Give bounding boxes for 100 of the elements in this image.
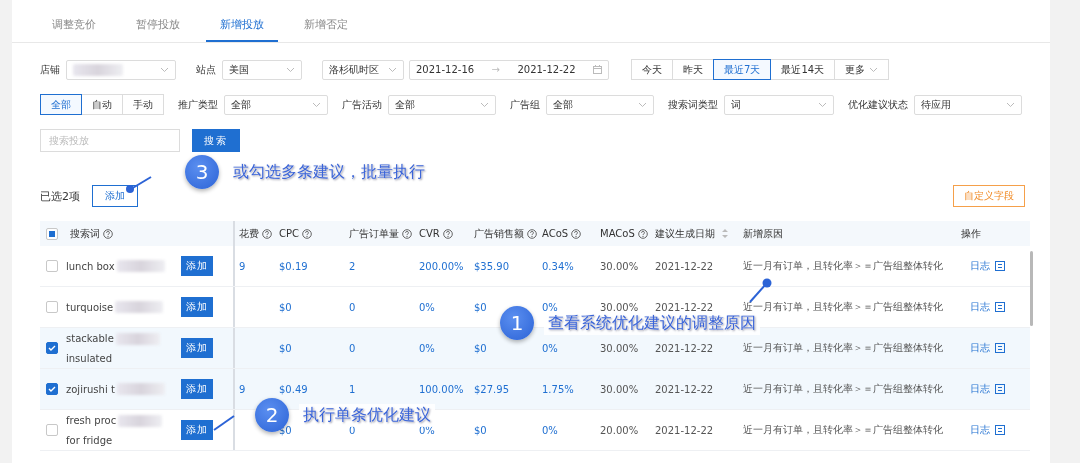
timezone-select[interactable]: 洛杉矶时区 <box>322 59 404 80</box>
chevron-down-icon <box>1006 101 1015 108</box>
date-range-field[interactable]: 2021-12-16 → 2021-12-22 <box>409 59 609 80</box>
blurred-text <box>116 260 165 272</box>
table-cell: $0 <box>474 301 487 313</box>
search-term: stackable <box>66 333 114 344</box>
table-cell: 0% <box>419 301 435 313</box>
tab[interactable]: 暂停投放 <box>122 17 194 42</box>
site-select[interactable]: 美国 <box>222 59 302 80</box>
tab[interactable]: 新增投放 <box>206 17 278 42</box>
table-cell: 0% <box>542 301 558 313</box>
blurred-text <box>118 414 163 427</box>
select-all-checkbox[interactable] <box>46 227 58 240</box>
detail-icon[interactable] <box>994 261 1005 271</box>
table-cell: 1 <box>349 383 356 395</box>
scrollbar[interactable] <box>1030 251 1033 326</box>
column-header: CVR <box>419 228 440 239</box>
column-header: 建议生成日期 <box>655 226 715 241</box>
field-label: 推广类型 <box>178 97 218 112</box>
tab[interactable]: 新增否定 <box>290 17 362 42</box>
add-button[interactable]: 添加 <box>181 379 213 399</box>
search-term: zojirushi t <box>66 383 115 395</box>
log-link[interactable]: 日志 <box>969 300 990 314</box>
table-cell: 0.34% <box>542 260 574 272</box>
chevron-down-icon <box>869 66 879 73</box>
detail-icon[interactable] <box>994 425 1005 435</box>
table-cell: $0 <box>474 424 487 436</box>
batch-add-button[interactable]: 添加 <box>92 185 138 207</box>
table-cell: 0% <box>419 342 435 354</box>
filter-select[interactable]: 词 <box>724 94 834 115</box>
calendar-icon <box>593 65 602 74</box>
column-header: MACoS <box>600 228 635 239</box>
more-button[interactable]: 更多 <box>834 59 890 80</box>
table-cell: $0.19 <box>279 260 308 272</box>
table-cell: 1.75% <box>542 383 574 395</box>
add-button[interactable]: 添加 <box>181 338 213 358</box>
date-preset-button[interactable]: 最近7天 <box>713 59 772 80</box>
add-button[interactable]: 添加 <box>181 256 213 276</box>
log-link[interactable]: 日志 <box>969 259 990 273</box>
field-label: 优化建议状态 <box>848 97 908 112</box>
table-cell: 近一月有订单，且转化率＞＝广告组整体转化 <box>743 423 943 437</box>
table-cell: 200.00% <box>419 260 464 272</box>
log-link[interactable]: 日志 <box>969 382 990 396</box>
log-link[interactable]: 日志 <box>969 423 990 437</box>
column-header: 操作 <box>961 226 981 241</box>
chevron-down-icon <box>638 101 647 108</box>
filter-select[interactable]: 待应用 <box>914 94 1022 115</box>
chevron-down-icon <box>160 66 169 73</box>
filter-select[interactable]: 全部 <box>388 94 496 115</box>
table-cell: 近一月有订单，且转化率＞＝广告组整体转化 <box>743 341 943 355</box>
column-header: 搜索词 <box>70 226 100 241</box>
search-term: turquoise <box>66 301 114 313</box>
match-type-button[interactable]: 全部 <box>40 94 82 115</box>
callout-text: 执行单条优化建议 <box>299 403 435 427</box>
table-cell: 2021-12-22 <box>655 342 714 354</box>
detail-icon[interactable] <box>994 302 1005 312</box>
table-cell: 0% <box>542 342 558 354</box>
detail-icon[interactable] <box>994 384 1005 394</box>
table-cell: 9 <box>239 260 246 272</box>
chevron-down-icon <box>312 101 321 108</box>
date-preset-button[interactable]: 最近14天 <box>770 59 836 80</box>
pointer-line <box>123 176 153 194</box>
row-checkbox[interactable] <box>46 424 58 436</box>
chevron-down-icon <box>388 66 397 73</box>
field-label: 广告组 <box>510 97 540 112</box>
date-preset-button[interactable]: 今天 <box>631 59 673 80</box>
blurred-text <box>116 383 165 395</box>
search-term: fresh proc <box>66 415 117 426</box>
tab[interactable]: 调整竞价 <box>38 17 110 42</box>
add-button[interactable]: 添加 <box>181 420 213 440</box>
row-checkbox[interactable] <box>46 383 58 395</box>
row-checkbox[interactable] <box>46 301 58 313</box>
match-type-button[interactable]: 手动 <box>122 94 164 115</box>
filter-select[interactable]: 全部 <box>546 94 654 115</box>
column-header: CPC <box>279 228 299 239</box>
search-button[interactable]: 搜索 <box>192 129 240 152</box>
add-button[interactable]: 添加 <box>181 297 213 317</box>
row-checkbox[interactable] <box>46 342 58 354</box>
table-cell: $0 <box>279 301 292 313</box>
search-field[interactable]: 搜索投放 <box>40 129 180 152</box>
table-cell: 2021-12-22 <box>655 301 714 313</box>
column-header: 广告订单量 <box>349 226 399 241</box>
field-label: 站点 <box>196 62 216 77</box>
log-link[interactable]: 日志 <box>969 341 990 355</box>
table-cell: 近一月有订单，且转化率＞＝广告组整体转化 <box>743 382 943 396</box>
field-label: 店铺 <box>40 62 60 77</box>
selection-count: 已选2项 <box>40 188 80 204</box>
match-type-button[interactable]: 自动 <box>81 94 123 115</box>
table-cell: 2 <box>349 260 356 272</box>
row-checkbox[interactable] <box>46 260 58 272</box>
filter-select[interactable]: 全部 <box>224 94 328 115</box>
date-preset-button[interactable]: 昨天 <box>672 59 714 80</box>
column-header: 广告销售额 <box>474 226 524 241</box>
column-header: 新增原因 <box>743 226 783 241</box>
blurred-text <box>73 63 123 76</box>
pointer-line <box>748 278 774 304</box>
detail-icon[interactable] <box>994 343 1005 353</box>
field-label: 广告活动 <box>342 97 382 112</box>
chevron-down-icon <box>480 101 489 108</box>
table-cell: 0% <box>419 424 435 436</box>
